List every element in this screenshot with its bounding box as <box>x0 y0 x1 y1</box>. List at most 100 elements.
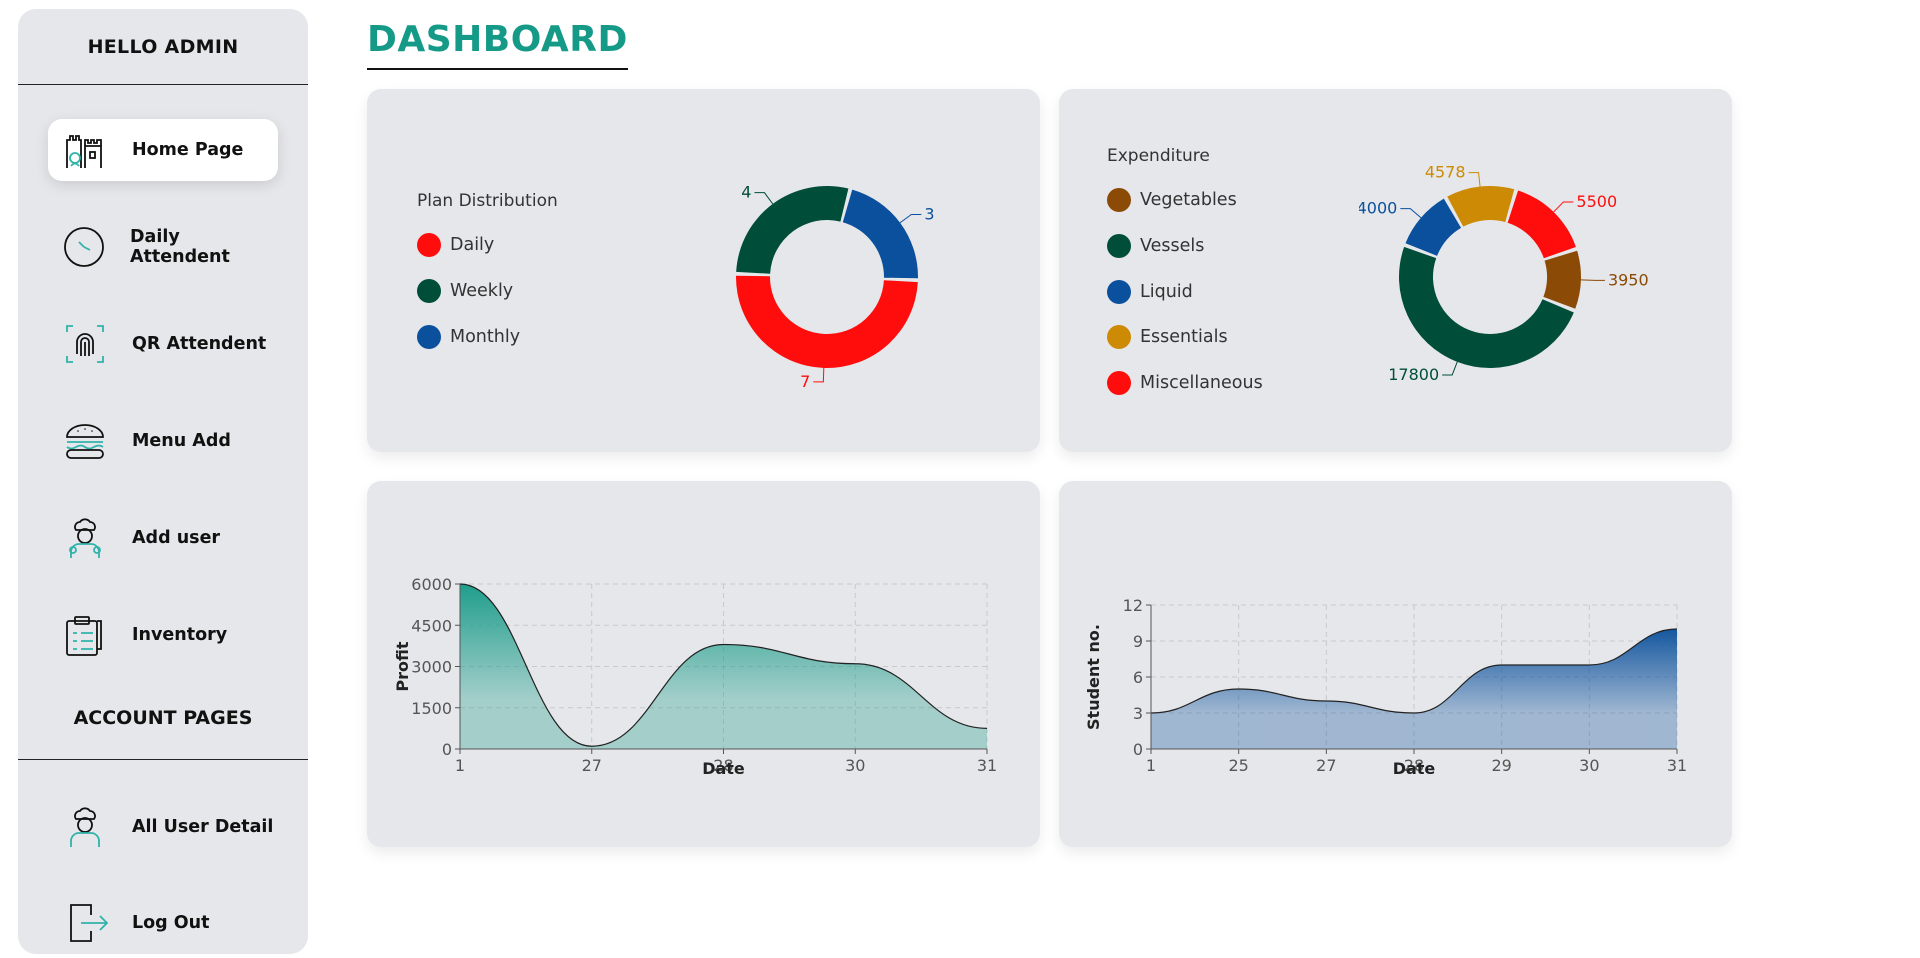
donut-slice-daily[interactable] <box>736 275 918 368</box>
sidebar-item-add-user[interactable]: Add user <box>48 507 278 569</box>
x-tick-label: 31 <box>1667 756 1687 775</box>
sidebar-item-label: Inventory <box>132 625 228 645</box>
legend-item-essentials: Essentials <box>1107 325 1228 349</box>
burger-icon <box>62 418 108 464</box>
student-area-chart: 0369121 25 27 28 29 30 31DateStudent no. <box>1084 596 1687 778</box>
legend-dot <box>417 279 441 303</box>
x-tick-label: 31 <box>977 756 997 775</box>
sidebar-item-log-out[interactable]: Log Out <box>48 892 278 954</box>
x-tick-label: 27 <box>582 756 602 775</box>
y-tick-label: 0 <box>442 740 452 759</box>
legend-dot <box>1107 188 1131 212</box>
donut-value-label: 3 <box>924 204 934 223</box>
legend-dot <box>417 233 441 257</box>
sidebar-item-label: Home Page <box>132 140 244 160</box>
legend-item-daily: Daily <box>417 233 494 257</box>
donut-slice-miscellaneous[interactable] <box>1507 190 1576 259</box>
sidebar-item-label: Log Out <box>132 913 210 933</box>
student-card: 0 3 6 9 12 1 25 27 28 29 30 31 Date Student no. <box>1059 481 1732 847</box>
donut-label-line <box>754 192 774 205</box>
y-tick-label: 3000 <box>411 658 452 677</box>
y-tick-label: 6 <box>1133 668 1143 687</box>
plan-distribution-donut: 7 4 3 <box>736 183 935 391</box>
plan-distribution-card: Plan Distribution Daily Weekly Monthly 7… <box>367 89 1040 452</box>
sidebar-item-qr-attendent[interactable]: QR Attendent <box>48 313 278 375</box>
legend-item-monthly: Monthly <box>417 325 520 349</box>
sidebar-item-label: Daily Attendent <box>130 227 230 267</box>
sidebar-item-inventory[interactable]: Inventory <box>48 604 278 666</box>
fingerprint-icon <box>62 321 108 367</box>
y-tick-label: 1500 <box>411 699 452 718</box>
donut-slice-monthly[interactable] <box>842 189 918 279</box>
donut-value-label: 7 <box>800 372 810 391</box>
donut-value-label: 4 <box>741 183 751 202</box>
profit-area-chart: 015003000450060001 27 28 30 31DateProfit <box>393 575 997 778</box>
legend-label: Essentials <box>1140 327 1228 347</box>
sidebar-item-menu-add[interactable]: Menu Add <box>48 410 278 472</box>
legend-label: Weekly <box>450 281 514 301</box>
profit-card: 0 1500 3000 4500 6000 1 27 28 30 31 Date Profit <box>367 481 1040 847</box>
y-tick-label: 4500 <box>411 616 452 635</box>
chart-title: Plan Distribution <box>417 191 558 211</box>
x-tick-label: 25 <box>1228 756 1248 775</box>
donut-slice-weekly[interactable] <box>736 186 849 274</box>
sidebar-item-daily-attendent[interactable]: Daily Attendent <box>48 216 278 278</box>
legend-dot <box>1107 234 1131 258</box>
x-tick-label: 29 <box>1491 756 1511 775</box>
legend-item-weekly: Weekly <box>417 279 513 303</box>
x-tick-label: 1 <box>455 756 465 775</box>
donut-slice-essentials[interactable] <box>1447 186 1515 227</box>
y-tick-label: 0 <box>1133 740 1143 759</box>
expenditure-card: Expenditure Vegetables Vessels Liquid Es… <box>1059 89 1732 452</box>
sidebar-item-label: Menu Add <box>132 431 231 451</box>
x-tick-label: 27 <box>1316 756 1336 775</box>
chef-user-icon <box>62 515 108 561</box>
donut-value-label: 3950 <box>1608 270 1649 289</box>
y-tick-label: 3 <box>1133 704 1143 723</box>
sidebar-item-home-page[interactable]: Home Page <box>48 119 278 181</box>
legend-label: Monthly <box>450 327 521 347</box>
page-title: DASHBOARD <box>367 20 628 70</box>
sidebar-item-label: Add user <box>132 528 221 548</box>
donut-value-label: 17800 <box>1388 365 1439 384</box>
y-tick-label: 6000 <box>411 575 452 594</box>
sidebar-greeting: HELLO ADMIN <box>18 9 308 85</box>
expenditure-donut: 3950 17800 4000 4578 5500 <box>1359 163 1649 384</box>
x-tick-label: 1 <box>1146 756 1156 775</box>
legend-label: Daily <box>450 235 495 255</box>
donut-label-line <box>899 213 922 224</box>
donut-slice-vegetables[interactable] <box>1543 250 1581 309</box>
clock-icon <box>62 224 106 270</box>
legend-label: Liquid <box>1140 282 1193 302</box>
x-axis-label: Date <box>1393 759 1436 778</box>
y-axis-label: Profit <box>393 641 412 691</box>
donut-label-line <box>813 367 825 383</box>
sidebar-item-label: All User Detail <box>132 817 274 837</box>
legend-item-miscellaneous: Miscellaneous <box>1107 371 1263 395</box>
clipboard-icon <box>62 612 108 658</box>
sidebar: HELLO ADMIN Home Page Daily Attendent QR… <box>18 9 308 954</box>
y-tick-label: 12 <box>1123 596 1143 615</box>
legend-dot <box>417 325 441 349</box>
home-castle-icon <box>62 127 108 173</box>
donut-value-label: 4000 <box>1359 199 1397 218</box>
legend-dot <box>1107 280 1131 304</box>
x-tick-label: 30 <box>1579 756 1599 775</box>
legend-dot <box>1107 371 1131 395</box>
sidebar-item-all-user-detail[interactable]: All User Detail <box>48 796 278 858</box>
legend-item-vegetables: Vegetables <box>1107 188 1237 212</box>
donut-value-label: 4578 <box>1425 163 1466 182</box>
x-axis-label: Date <box>702 759 745 778</box>
chart-title: Expenditure <box>1107 146 1210 166</box>
x-tick-label: 30 <box>845 756 865 775</box>
legend-label: Vessels <box>1140 236 1205 256</box>
legend-label: Vegetables <box>1140 190 1237 210</box>
donut-value-label: 5500 <box>1576 192 1617 211</box>
account-pages-heading: ACCOUNT PAGES <box>18 703 308 760</box>
donut-slice-liquid[interactable] <box>1405 198 1462 256</box>
donut-label-line <box>1468 172 1481 187</box>
y-tick-label: 9 <box>1133 632 1143 651</box>
y-axis-label: Student no. <box>1084 624 1103 730</box>
legend-item-liquid: Liquid <box>1107 280 1193 304</box>
chef-user-icon <box>62 804 108 850</box>
